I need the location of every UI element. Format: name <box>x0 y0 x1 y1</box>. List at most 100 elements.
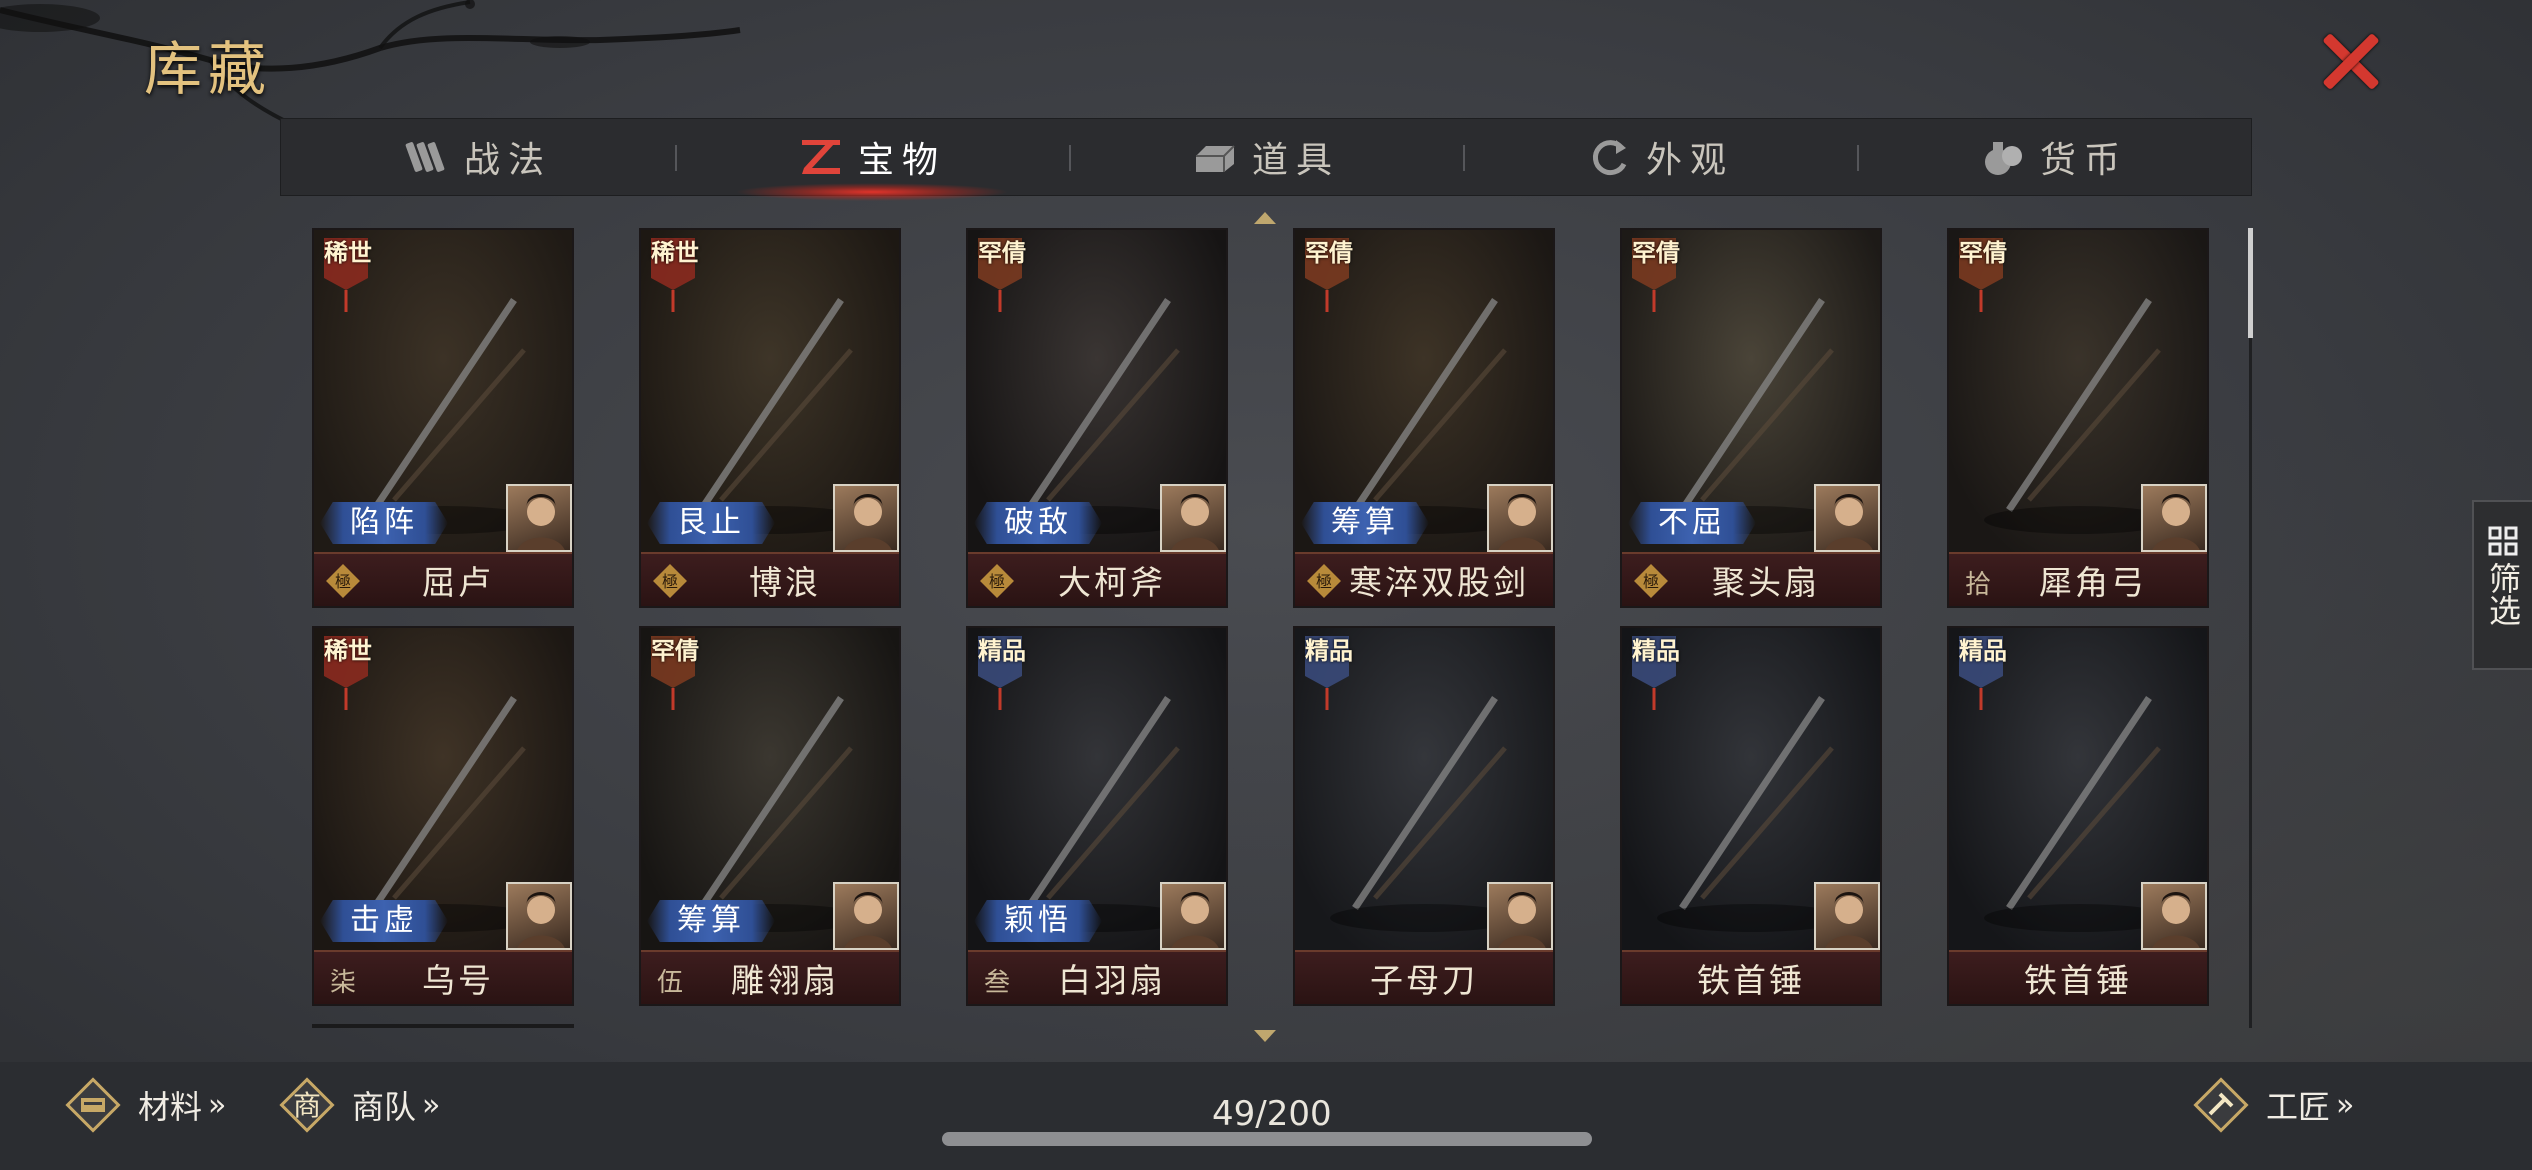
hero-portrait <box>506 484 572 552</box>
item-name-bar: 铁首锤 <box>1949 950 2207 1004</box>
item-name: 雕翎扇 <box>731 961 839 1000</box>
filter-label: 筛选 <box>2484 562 2522 626</box>
rarity-label: 罕倩 <box>978 238 1026 267</box>
skill-badge: 破敌 <box>974 502 1102 544</box>
hero-portrait <box>1487 882 1553 950</box>
item-name-bar: 伍雕翎扇 <box>641 950 899 1004</box>
home-indicator <box>942 1132 1592 1146</box>
rarity-tag: 罕倩 <box>645 632 701 712</box>
skill-badge: 不屈 <box>1628 502 1756 544</box>
rarity-label: 罕倩 <box>1959 238 2007 267</box>
rarity-tag: 稀世 <box>645 234 701 314</box>
close-button[interactable] <box>2318 28 2384 94</box>
grid-icon <box>2488 526 2518 556</box>
item-name: 大柯斧 <box>1058 563 1166 602</box>
treasure-card[interactable]: 精品 铁首锤 <box>1620 626 1882 1006</box>
treasure-card[interactable]: 罕倩 不屈 極聚头扇 <box>1620 228 1882 608</box>
treasure-card[interactable]: 精品 子母刀 <box>1293 626 1555 1006</box>
item-name-bar: 叁白羽扇 <box>968 950 1226 1004</box>
rarity-tag: 罕倩 <box>1953 234 2009 314</box>
treasure-card[interactable]: 罕倩 筹算 伍雕翎扇 <box>639 626 901 1006</box>
tab-label: 宝物 <box>857 140 946 181</box>
hero-portrait <box>1160 882 1226 950</box>
scroll-up-icon[interactable] <box>1254 212 1276 224</box>
treasure-card[interactable]: 罕倩 破敌 極大柯斧 <box>966 228 1228 608</box>
item-name: 乌号 <box>422 961 494 1000</box>
money-bag-icon <box>1984 142 2022 175</box>
item-name-bar: 柒乌号 <box>314 950 572 1004</box>
rarity-label: 稀世 <box>651 238 699 267</box>
grid-divider <box>312 1024 574 1028</box>
hero-portrait <box>1814 484 1880 552</box>
scroll-down-icon[interactable] <box>1254 1030 1276 1042</box>
treasure-card[interactable]: 稀世 击虚 柒乌号 <box>312 626 574 1006</box>
rarity-label: 稀世 <box>324 636 372 665</box>
scroll-icon <box>405 142 445 172</box>
treasure-card[interactable]: 稀世 陷阵 極屈卢 <box>312 228 574 608</box>
treasure-card[interactable]: 精品 颖悟 叁白羽扇 <box>966 626 1228 1006</box>
item-counter: 49/200 <box>1212 1094 1332 1134</box>
hero-portrait <box>833 882 899 950</box>
hero-portrait <box>1487 484 1553 552</box>
double-chevron-icon: » <box>208 1087 227 1123</box>
treasure-card[interactable]: 稀世 艮止 極博浪 <box>639 228 901 608</box>
caravan-glyph: 商 <box>293 1089 321 1122</box>
skill-badge: 击虚 <box>320 900 448 942</box>
hero-portrait <box>1160 484 1226 552</box>
rarity-tag: 罕倩 <box>1626 234 1682 314</box>
craftsman-button[interactable]: 工匠» <box>2190 1070 2354 1140</box>
item-name: 铁首锤 <box>2024 961 2132 1000</box>
item-name-bar: 極寒淬双股剑 <box>1295 552 1553 606</box>
tab-appearance[interactable]: 外观 <box>1463 119 1857 195</box>
scrollbar-thumb[interactable] <box>2248 228 2253 338</box>
rarity-label: 罕倩 <box>651 636 699 665</box>
rarity-tag: 精品 <box>1953 632 2009 712</box>
craftsman-label: 工匠 <box>2266 1088 2331 1126</box>
item-name-bar: 極大柯斧 <box>968 552 1226 606</box>
item-name: 铁首锤 <box>1697 961 1805 1000</box>
skill-badge: 陷阵 <box>320 502 448 544</box>
materials-button[interactable]: 材料» <box>62 1070 226 1140</box>
tab-treasure[interactable]: 宝物 <box>675 119 1069 201</box>
double-chevron-icon: » <box>2336 1087 2355 1123</box>
tab-label: 货币 <box>2039 140 2128 181</box>
caravan-icon: 商 <box>279 1077 335 1133</box>
rarity-label: 精品 <box>1632 636 1680 665</box>
item-name-bar: 極博浪 <box>641 552 899 606</box>
caravan-button[interactable]: 商 商队» <box>276 1070 440 1140</box>
filter-button[interactable]: 筛选 <box>2472 500 2532 670</box>
item-name-bar: 拾犀角弓 <box>1949 552 2207 606</box>
tab-currency[interactable]: 货币 <box>1857 119 2251 195</box>
rarity-label: 精品 <box>978 636 1026 665</box>
item-name-bar: 子母刀 <box>1295 950 1553 1004</box>
hero-portrait <box>506 882 572 950</box>
skill-badge: 颖悟 <box>974 900 1102 942</box>
rarity-tag: 稀世 <box>318 632 374 712</box>
skill-badge: 筹算 <box>1301 502 1429 544</box>
tab-tactics[interactable]: 战法 <box>281 119 675 195</box>
tab-items[interactable]: 道具 <box>1069 119 1463 195</box>
item-name: 犀角弓 <box>2039 563 2147 602</box>
ingot-icon <box>1195 145 1235 172</box>
category-tab-bar: 战法 宝物 道具 外观 货币 <box>280 118 2252 201</box>
treasure-card[interactable]: 罕倩 筹算 極寒淬双股剑 <box>1293 228 1555 608</box>
item-name: 博浪 <box>749 563 821 602</box>
rarity-label: 精品 <box>1959 636 2007 665</box>
rarity-tag: 精品 <box>972 632 1028 712</box>
treasure-card[interactable]: 罕倩 拾犀角弓 <box>1947 228 2209 608</box>
treasure-card[interactable]: 精品 铁首锤 <box>1947 626 2209 1006</box>
rarity-tag: 罕倩 <box>1299 234 1355 314</box>
item-name: 子母刀 <box>1370 961 1478 1000</box>
caravan-label: 商队 <box>352 1088 417 1126</box>
rarity-label: 罕倩 <box>1305 238 1353 267</box>
materials-icon <box>65 1077 121 1133</box>
skill-badge: 筹算 <box>647 900 775 942</box>
tab-label: 道具 <box>1251 140 1340 181</box>
double-chevron-icon: » <box>422 1087 441 1123</box>
craftsman-icon <box>2193 1077 2249 1133</box>
tab-label: 外观 <box>1645 140 1734 181</box>
rarity-tag: 精品 <box>1626 632 1682 712</box>
item-name-bar: 铁首锤 <box>1622 950 1880 1004</box>
vertical-scrollbar[interactable] <box>2248 228 2253 1028</box>
page-title: 库藏 <box>144 35 273 103</box>
